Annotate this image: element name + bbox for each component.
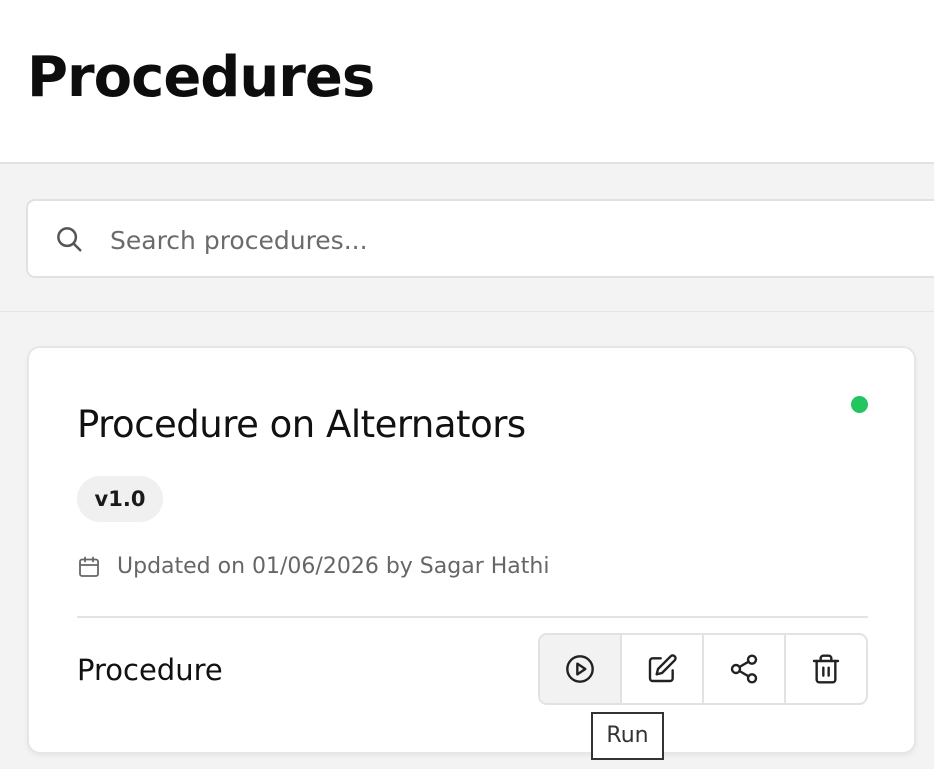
share-icon [730, 654, 758, 684]
procedure-type-label: Procedure [77, 653, 223, 687]
card-divider [77, 616, 868, 618]
procedure-card[interactable]: Procedure on Alternators v1.0 Updated on… [27, 346, 916, 754]
search-input[interactable] [108, 215, 912, 265]
page-title: Procedures [27, 45, 375, 110]
page-header: Procedures [0, 0, 934, 164]
search-icon [57, 227, 82, 252]
play-circle-icon [566, 655, 594, 683]
status-indicator [851, 396, 868, 413]
action-button-group [538, 633, 868, 705]
edit-button[interactable] [622, 635, 704, 703]
calendar-icon [79, 556, 99, 577]
delete-button[interactable] [786, 635, 866, 703]
updated-info: Updated on 01/06/2026 by Sagar Hathi [117, 554, 550, 579]
trash-icon [812, 654, 840, 684]
share-button[interactable] [704, 635, 786, 703]
run-button[interactable] [540, 635, 622, 703]
procedure-title[interactable]: Procedure on Alternators [77, 400, 526, 450]
edit-icon [648, 654, 677, 683]
search-box[interactable] [26, 199, 934, 278]
version-badge: v1.0 [77, 476, 163, 522]
run-tooltip: Run [591, 712, 664, 760]
search-section [0, 166, 934, 312]
